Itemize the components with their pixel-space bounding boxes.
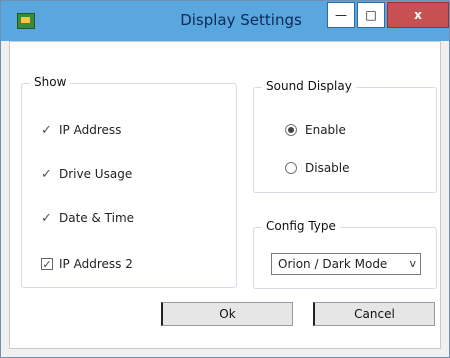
show-option-label: IP Address 2 bbox=[59, 257, 133, 271]
ok-button[interactable]: Ok bbox=[161, 302, 293, 326]
cancel-button[interactable]: Cancel bbox=[313, 302, 435, 326]
config-select[interactable]: Orion / Dark Mode v bbox=[271, 253, 421, 275]
window-title: Display Settings bbox=[180, 11, 302, 29]
close-button[interactable]: x bbox=[387, 2, 449, 28]
sound-option-label: Enable bbox=[305, 123, 346, 137]
app-icon bbox=[17, 13, 35, 29]
checkmark-icon: ✓ bbox=[41, 166, 52, 182]
show-option-ip-address-2[interactable]: ✓ IP Address 2 bbox=[41, 255, 133, 273]
show-option-date-time[interactable]: ✓ Date & Time bbox=[41, 209, 134, 227]
sound-option-disable[interactable]: Disable bbox=[285, 159, 350, 177]
show-option-drive-usage[interactable]: ✓ Drive Usage bbox=[41, 165, 132, 183]
title-bar[interactable]: Display Settings — □ x bbox=[1, 1, 449, 41]
radio-unselected-icon[interactable] bbox=[285, 162, 297, 174]
show-option-label: Date & Time bbox=[59, 211, 135, 225]
checkmark-icon: ✓ bbox=[41, 210, 52, 226]
dialog-window: Display Settings — □ x Show ✓ IP Address… bbox=[0, 0, 450, 358]
config-group-label: Config Type bbox=[262, 219, 340, 233]
show-group-label: Show bbox=[30, 75, 71, 89]
show-option-label: Drive Usage bbox=[59, 167, 133, 181]
radio-selected-icon[interactable] bbox=[285, 124, 297, 136]
checkmark-icon: ✓ bbox=[41, 122, 52, 138]
sound-option-label: Disable bbox=[305, 161, 350, 175]
config-select-value: Orion / Dark Mode bbox=[278, 257, 388, 271]
sound-option-enable[interactable]: Enable bbox=[285, 121, 346, 139]
minimize-button[interactable]: — bbox=[327, 2, 355, 28]
show-option-label: IP Address bbox=[59, 123, 122, 137]
maximize-button[interactable]: □ bbox=[357, 2, 385, 28]
checkbox-icon[interactable]: ✓ bbox=[41, 258, 53, 271]
chevron-down-icon[interactable]: v bbox=[409, 257, 416, 270]
sound-display-label: Sound Display bbox=[262, 79, 356, 93]
show-option-ip-address[interactable]: ✓ IP Address bbox=[41, 121, 121, 139]
sound-display-group: Sound Display bbox=[253, 79, 437, 193]
